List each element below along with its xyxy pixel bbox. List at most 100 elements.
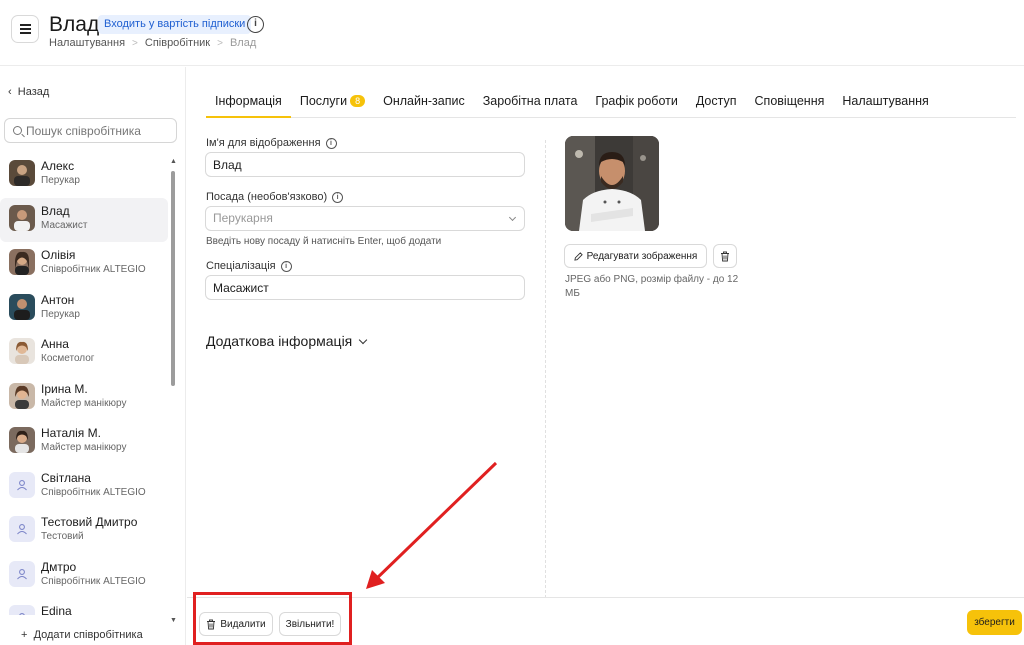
avatar [9, 427, 35, 453]
avatar [9, 204, 35, 231]
staff-item-anna[interactable]: Анна Косметолог [0, 331, 168, 376]
tab-label: Налаштування [842, 94, 929, 108]
scroll-down-arrow-icon[interactable]: ▼ [170, 617, 177, 624]
staff-role: Співробітник ALTEGIO [41, 486, 146, 498]
specialization-label: Спеціалізація i [206, 260, 292, 272]
tab-bar: Інформація Послуги 8 Онлайн-запис Заробіт… [206, 84, 1016, 118]
add-staff-label: Додати співробітника [33, 629, 143, 641]
delete-image-button[interactable] [713, 244, 737, 268]
staff-name: Анна [41, 337, 69, 351]
staff-role: Косметолог [41, 353, 95, 364]
scroll-thumb[interactable] [171, 171, 175, 386]
staff-role: Перукар [41, 308, 80, 320]
tab-label: Послуги [299, 94, 348, 108]
menu-button[interactable] [11, 15, 39, 43]
save-button[interactable]: зберегти [967, 610, 1022, 635]
staff-item-vlad[interactable]: Влад Масажист [0, 197, 168, 242]
staff-name: Ірина М. [41, 381, 88, 396]
user-placeholder-icon [9, 516, 35, 542]
chevron-down-icon [508, 213, 517, 222]
staff-item-olivia[interactable]: Олівія Співробітник ALTEGIO [0, 242, 168, 287]
avatar [9, 338, 35, 364]
position-select[interactable]: Перукарня [205, 206, 525, 231]
staff-item-anton[interactable]: Антон Перукар [0, 287, 168, 332]
position-label-text: Посада (необов'язково) [206, 191, 328, 203]
staff-sidebar: ‹ Назад Алекс Перукар Влад Масажист Олів… [0, 67, 186, 645]
breadcrumb-settings[interactable]: Налаштування [49, 37, 125, 49]
breadcrumb: Налаштування > Співробітник > Влад [49, 37, 256, 49]
staff-name: Антон [41, 292, 75, 307]
subscription-badge: Входить у вартість підписки [98, 15, 252, 34]
staff-item-test-dmytro[interactable]: Тестовий Дмитро Тестовий [0, 509, 168, 554]
services-count-badge: 8 [350, 95, 366, 107]
column-divider [545, 140, 546, 598]
staff-item-svitlana[interactable]: Світлана Співробітник ALTEGIO [0, 465, 168, 510]
chevron-down-icon [359, 335, 368, 344]
additional-info-toggle[interactable]: Додаткова інформація [206, 333, 368, 349]
display-name-field[interactable] [205, 152, 525, 177]
staff-name: Тестовий Дмитро [41, 515, 138, 529]
info-icon[interactable]: i [247, 16, 264, 33]
chevron-left-icon: ‹ [8, 86, 12, 98]
staff-role: Майстер манікюру [41, 442, 127, 453]
add-staff-button[interactable]: + Додати співробітника [21, 629, 143, 641]
tab-info[interactable]: Інформація [206, 84, 291, 118]
breadcrumb-current: Влад [229, 37, 257, 49]
info-icon[interactable]: i [332, 191, 344, 203]
avatar [9, 160, 35, 186]
tab-services[interactable]: Послуги 8 [291, 84, 374, 118]
staff-list: Алекс Перукар Влад Масажист Олівія Співр… [0, 153, 168, 615]
staff-search-input[interactable] [26, 123, 176, 138]
back-link[interactable]: ‹ Назад [8, 86, 49, 98]
scroll-up-arrow-icon[interactable]: ▲ [170, 158, 177, 165]
tab-label: Онлайн-запис [383, 94, 465, 108]
staff-name: Світлана [41, 470, 91, 485]
staff-name: Edina [41, 604, 72, 615]
staff-item-iryna[interactable]: Ірина М. Майстер манікюру [0, 376, 168, 421]
tab-salary[interactable]: Заробітна плата [474, 84, 587, 118]
search-icon [13, 126, 22, 135]
info-icon[interactable]: i [325, 137, 337, 149]
staff-role: Перукар [41, 175, 80, 186]
tab-access[interactable]: Доступ [687, 84, 746, 118]
tab-label: Графік роботи [595, 94, 678, 108]
page-header: Влад Входить у вартість підписки i Налаш… [0, 0, 1024, 66]
tab-notifications[interactable]: Сповіщення [746, 84, 834, 118]
staff-list-scrollbar[interactable]: ▲ ▼ [169, 154, 177, 624]
breadcrumb-employee[interactable]: Співробітник [145, 37, 210, 49]
save-label: зберегти [974, 617, 1015, 628]
staff-name: Наталія М. [41, 426, 101, 440]
staff-role: Масажист [41, 219, 88, 231]
hamburger-icon [19, 28, 31, 30]
staff-item-dmtro[interactable]: Дмтро Співробітник ALTEGIO [0, 554, 168, 599]
staff-name: Влад [41, 203, 70, 218]
user-placeholder-icon [9, 560, 35, 587]
trash-icon [721, 251, 729, 261]
user-placeholder-icon [9, 471, 35, 498]
display-name-label-text: Ім'я для відображення [206, 137, 321, 149]
edit-image-label: Редагувати зображення [586, 250, 698, 262]
staff-search[interactable] [4, 118, 177, 143]
staff-item-edina[interactable]: Edina [0, 598, 168, 615]
user-placeholder-icon [9, 605, 35, 615]
back-label: Назад [17, 86, 50, 98]
staff-name: Дмтро [41, 559, 77, 574]
staff-role: Тестовий [41, 531, 84, 542]
file-hint: JPEG або PNG, розмір файлу - до 12 МБ [565, 274, 739, 299]
tab-schedule[interactable]: Графік роботи [586, 84, 686, 118]
specialization-field[interactable] [205, 275, 525, 300]
annotation-highlight-box [193, 592, 352, 645]
staff-role: Співробітник ALTEGIO [41, 264, 146, 275]
staff-item-natalia[interactable]: Наталія М. Майстер манікюру [0, 420, 168, 465]
specialization-label-text: Спеціалізація [206, 260, 276, 272]
staff-item-alex[interactable]: Алекс Перукар [0, 153, 168, 198]
tab-settings[interactable]: Налаштування [833, 84, 937, 118]
edit-image-button[interactable]: Редагувати зображення [564, 244, 707, 268]
tab-online-booking[interactable]: Онлайн-запис [374, 84, 474, 118]
tab-label: Сповіщення [754, 94, 825, 108]
plus-icon: + [21, 629, 28, 641]
position-label: Посада (необов'язково) i [206, 191, 344, 203]
pencil-icon [573, 251, 583, 261]
info-icon[interactable]: i [280, 260, 292, 272]
chevron-right-icon: > [217, 37, 223, 49]
